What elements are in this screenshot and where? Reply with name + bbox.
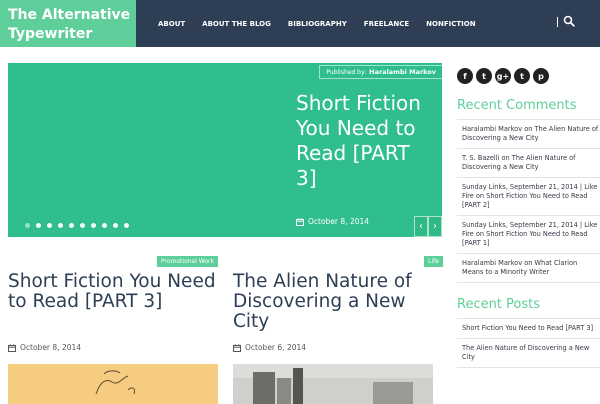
nav-item-nonfiction[interactable]: NONFICTION — [426, 20, 475, 28]
site-title-line1: The Alternative — [8, 7, 131, 23]
post-date: October 6, 2014 — [233, 343, 306, 352]
pinterest-icon[interactable]: p — [533, 68, 549, 84]
nav-divider — [557, 17, 558, 27]
recent-posts-title: Recent Posts — [457, 297, 541, 312]
slider-dot[interactable] — [47, 223, 52, 228]
social-links: f t g+ t p — [457, 68, 600, 84]
nav-item-freelance[interactable]: FREELANCE — [364, 20, 409, 28]
recent-posts-list: Short Fiction You Need to Read [PART 3] … — [457, 318, 600, 368]
facebook-icon[interactable]: f — [457, 68, 473, 84]
list-item: Sunday Links, September 21, 2014 | Like … — [457, 216, 600, 254]
slider-dot[interactable] — [58, 223, 63, 228]
slide-title[interactable]: Short Fiction You Need to Read [PART 3] — [296, 91, 436, 191]
main-nav: ABOUT ABOUT THE BLOG BIBLIOGRAPHY FREELA… — [158, 0, 493, 47]
site-logo[interactable]: The Alternative Typewriter — [0, 0, 136, 47]
recent-comment-link[interactable]: Sunday Links, September 21, 2014 | Like … — [462, 183, 597, 209]
published-by-badge: Published by: Haralambi Markov — [319, 65, 442, 79]
slider-dot[interactable] — [102, 223, 107, 228]
list-item: T. S. Bazelli on The Alien Nature of Dis… — [457, 149, 600, 178]
post-title[interactable]: The Alien Nature of Discovering a New Ci… — [233, 272, 443, 332]
post-date-text: October 8, 2014 — [20, 343, 82, 352]
site-header: The Alternative Typewriter ABOUT ABOUT T… — [0, 0, 600, 47]
slider-dot[interactable] — [113, 223, 118, 228]
slider-dot[interactable] — [69, 223, 74, 228]
site-title-line2: Typewriter — [8, 26, 93, 42]
post-date: October 8, 2014 — [8, 343, 81, 352]
nav-item-about-the-blog[interactable]: ABOUT THE BLOG — [202, 20, 271, 28]
slider-dot[interactable] — [91, 223, 96, 228]
post-category-tag[interactable]: Life — [424, 256, 443, 267]
slider-next-button[interactable]: › — [428, 216, 442, 237]
recent-comments-title: Recent Comments — [457, 98, 577, 113]
list-item: Short Fiction You Need to Read [PART 3] — [457, 319, 600, 339]
nav-item-bibliography[interactable]: BIBLIOGRAPHY — [288, 20, 347, 28]
post-date-text: October 6, 2014 — [245, 343, 307, 352]
slider-dot[interactable] — [124, 223, 129, 228]
recent-post-link[interactable]: The Alien Nature of Discovering a New Ci… — [462, 344, 589, 361]
recent-comments-list: Haralambi Markov on The Alien Nature of … — [457, 119, 600, 283]
slide-date: October 8, 2014 — [296, 217, 369, 226]
post-category-tag[interactable]: Promotional Work — [157, 256, 218, 267]
slide-date-text: October 8, 2014 — [308, 217, 370, 226]
recent-comment-link[interactable]: Sunday Links, September 21, 2014 | Like … — [462, 221, 597, 247]
published-label: Published by: — [326, 68, 367, 76]
featured-slider[interactable]: Published by: Haralambi Markov Short Fic… — [8, 63, 442, 237]
calendar-icon — [8, 343, 16, 352]
google-plus-icon[interactable]: g+ — [495, 68, 511, 84]
list-item: Sunday Links, September 21, 2014 | Like … — [457, 178, 600, 216]
slider-pagination — [25, 223, 135, 228]
sidebar: f t g+ t p Recent Comments Haralambi Mar… — [457, 68, 600, 368]
calendar-icon — [233, 343, 241, 352]
calendar-icon — [296, 217, 304, 226]
search-icon[interactable] — [563, 15, 575, 27]
slider-dot[interactable] — [36, 223, 41, 228]
slider-prev-button[interactable]: ‹ — [414, 216, 428, 237]
nav-item-about[interactable]: ABOUT — [158, 20, 185, 28]
slider-dot[interactable] — [80, 223, 85, 228]
slider-arrows: ‹ › — [414, 216, 442, 237]
list-item: Haralambi Markov on The Alien Nature of … — [457, 120, 600, 149]
recent-comment-link[interactable]: Haralambi Markov on What Clarion Means t… — [462, 259, 577, 276]
post-thumbnail[interactable] — [8, 364, 218, 404]
twitter-icon[interactable]: t — [476, 68, 492, 84]
list-item: Haralambi Markov on What Clarion Means t… — [457, 254, 600, 283]
recent-comment-link[interactable]: Haralambi Markov on The Alien Nature of … — [462, 125, 598, 142]
recent-post-link[interactable]: Short Fiction You Need to Read [PART 3] — [462, 324, 593, 332]
list-item: The Alien Nature of Discovering a New Ci… — [457, 339, 600, 368]
published-author[interactable]: Haralambi Markov — [369, 68, 436, 76]
chevron-left-icon: ‹ — [419, 221, 423, 232]
post-thumbnail[interactable] — [233, 364, 433, 404]
recent-comment-link[interactable]: T. S. Bazelli on The Alien Nature of Dis… — [462, 154, 575, 171]
tumblr-icon[interactable]: t — [514, 68, 530, 84]
slider-dot[interactable] — [25, 223, 30, 228]
post-title[interactable]: Short Fiction You Need to Read [PART 3] — [8, 272, 218, 312]
chevron-right-icon: › — [433, 221, 437, 232]
